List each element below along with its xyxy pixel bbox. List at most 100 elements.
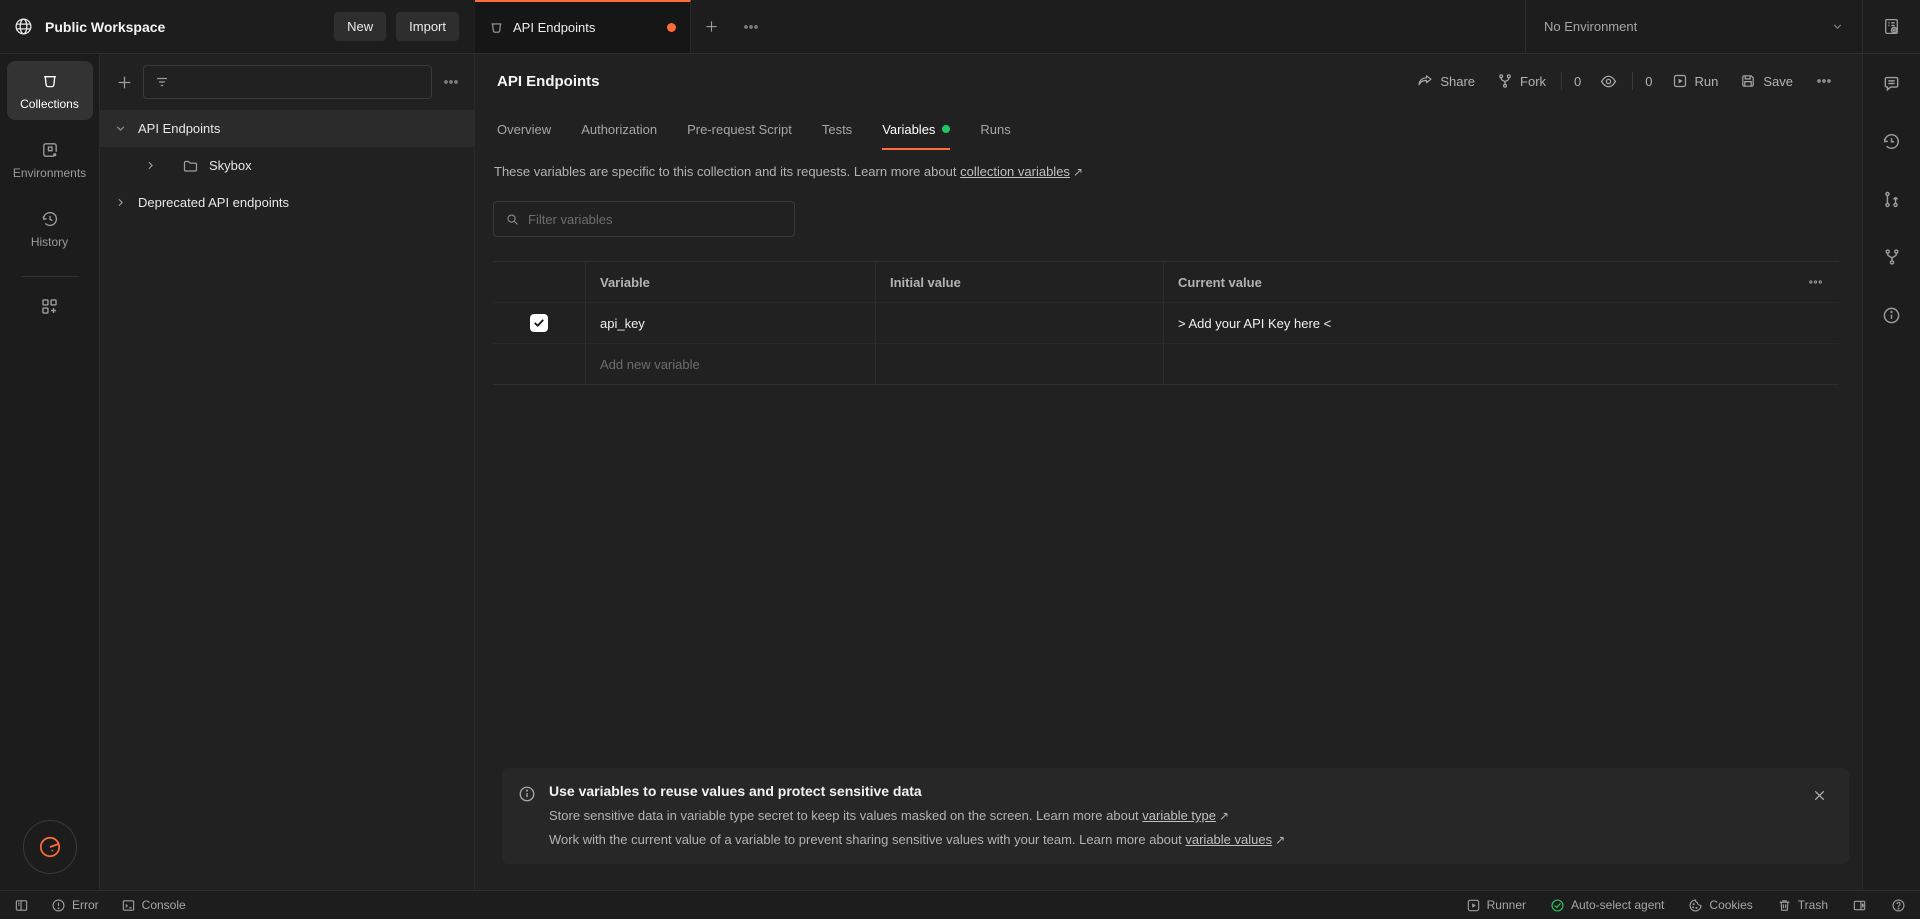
configure-workspace-sidebar-icon[interactable]	[40, 297, 59, 316]
tab-options-icon[interactable]	[731, 0, 771, 53]
collections-tree: API Endpoints Skybox	[100, 110, 474, 890]
workspace-name: Public Workspace	[45, 19, 165, 35]
variables-description: These variables are specific to this col…	[494, 164, 1839, 179]
chevron-down-icon	[114, 122, 127, 135]
import-button[interactable]: Import	[396, 12, 459, 41]
chevron-down-icon	[1831, 20, 1844, 33]
variable-type-link[interactable]: variable type	[1142, 808, 1216, 823]
error-status[interactable]: Error	[51, 898, 99, 913]
close-icon[interactable]	[1812, 788, 1827, 803]
cookies-label: Cookies	[1709, 898, 1752, 912]
initial-value-cell[interactable]	[875, 303, 1163, 343]
search-icon	[505, 212, 520, 227]
tab-runs[interactable]: Runs	[980, 108, 1010, 150]
collection-actions: Share Fork 0	[1408, 66, 1842, 96]
tree-item-api-endpoints[interactable]: API Endpoints	[100, 110, 474, 147]
right-icon-rail	[1862, 54, 1920, 890]
collections-sidebar: API Endpoints Skybox	[100, 54, 475, 890]
trash-icon	[1777, 898, 1792, 913]
environment-quick-look-button[interactable]	[1862, 0, 1920, 53]
table-header-row: Variable Initial value Current value	[493, 262, 1839, 302]
tree-item-label: API Endpoints	[138, 121, 220, 136]
save-button[interactable]: Save	[1731, 67, 1802, 95]
banner-line-1: Store sensitive data in variable type se…	[549, 808, 1285, 823]
save-icon	[1740, 73, 1756, 89]
error-icon	[51, 898, 66, 913]
tab-pre-request-script[interactable]: Pre-request Script	[687, 108, 792, 150]
top-header: Public Workspace New Import API Endpoint…	[0, 0, 1920, 54]
tab-authorization[interactable]: Authorization	[581, 108, 657, 150]
sidebar-item-environments[interactable]: Environments	[7, 130, 93, 189]
sidebar-item-history[interactable]: History	[7, 199, 93, 258]
cookie-icon	[1688, 898, 1703, 913]
info-icon	[518, 785, 536, 847]
fork-icon[interactable]	[1883, 242, 1901, 272]
environment-selector[interactable]: No Environment	[1525, 0, 1862, 53]
console-button[interactable]: Console	[121, 898, 186, 913]
info-icon[interactable]	[1882, 300, 1901, 330]
tree-item-skybox[interactable]: Skybox	[100, 147, 474, 184]
add-variable-row: Add new variable	[493, 343, 1839, 384]
chevron-right-icon	[144, 159, 157, 172]
environments-icon	[41, 141, 59, 159]
toggle-sidebar-button[interactable]	[14, 898, 29, 913]
split-pane-button[interactable]	[1852, 898, 1867, 913]
chevron-right-icon	[114, 196, 127, 209]
variables-info-banner: Use variables to reuse values and protec…	[502, 768, 1849, 864]
new-button[interactable]: New	[334, 12, 386, 41]
share-button[interactable]: Share	[1408, 67, 1484, 95]
trash-label: Trash	[1798, 898, 1828, 912]
variables-table: Variable Initial value Current value	[493, 261, 1839, 385]
app-window: Public Workspace New Import API Endpoint…	[0, 0, 1920, 919]
collection-variables-link[interactable]: collection variables	[960, 164, 1070, 179]
table-row: api_key > Add your API Key here <	[493, 302, 1839, 343]
variable-name-cell[interactable]: api_key	[585, 303, 875, 343]
fork-count[interactable]: 0	[1568, 68, 1587, 95]
table-more-actions-icon[interactable]	[1793, 262, 1839, 302]
eye-icon	[1600, 73, 1617, 90]
filter-variables-input[interactable]	[528, 212, 783, 227]
save-label: Save	[1763, 74, 1793, 89]
watch-button[interactable]	[1591, 67, 1626, 96]
open-new-tab-button[interactable]	[691, 0, 731, 53]
external-link-icon: ↗	[1219, 809, 1229, 823]
auto-select-agent-button[interactable]: Auto-select agent	[1550, 898, 1664, 913]
add-new-variable-input[interactable]: Add new variable	[585, 344, 875, 384]
trash-button[interactable]: Trash	[1777, 898, 1828, 913]
collections-icon	[41, 72, 59, 90]
add-collection-icon[interactable]	[116, 74, 133, 91]
help-icon	[1891, 898, 1906, 913]
tab-tests[interactable]: Tests	[822, 108, 852, 150]
variables-modified-dot	[942, 125, 950, 133]
public-workspace-icon	[14, 17, 33, 36]
watch-count[interactable]: 0	[1639, 68, 1658, 95]
tab-variables[interactable]: Variables	[882, 108, 950, 150]
tree-item-deprecated-api-endpoints[interactable]: Deprecated API endpoints	[100, 184, 474, 221]
current-value-cell[interactable]	[1163, 344, 1793, 384]
tab-title: API Endpoints	[513, 20, 595, 35]
tab-strip: API Endpoints	[475, 0, 1525, 53]
filter-icon	[154, 74, 170, 90]
changelog-icon[interactable]	[1882, 126, 1901, 156]
initial-value-cell[interactable]	[875, 344, 1163, 384]
fork-button[interactable]: Fork	[1488, 67, 1555, 95]
run-button[interactable]: Run	[1663, 67, 1728, 95]
runner-button[interactable]: Runner	[1466, 898, 1526, 913]
sidebar-item-collections[interactable]: Collections	[7, 61, 93, 120]
help-button[interactable]	[1891, 898, 1906, 913]
variable-checkbox[interactable]	[530, 314, 548, 332]
pull-request-icon[interactable]	[1882, 184, 1901, 214]
collection-more-actions-icon[interactable]	[1806, 66, 1842, 96]
collections-label: Collections	[20, 97, 79, 111]
tab-overview[interactable]: Overview	[497, 108, 551, 150]
tab-api-endpoints[interactable]: API Endpoints	[475, 0, 691, 53]
variable-values-link[interactable]: variable values	[1185, 832, 1272, 847]
postbot-button[interactable]	[23, 820, 77, 874]
comments-icon[interactable]	[1882, 68, 1901, 98]
sidebar-search-input[interactable]	[143, 65, 432, 99]
cookies-button[interactable]: Cookies	[1688, 898, 1752, 913]
statusbar-right: Runner Auto-select agent	[1442, 898, 1906, 913]
body-row: Collections Environments	[0, 54, 1920, 890]
current-value-cell[interactable]: > Add your API Key here <	[1163, 303, 1793, 343]
sidebar-more-actions-icon[interactable]	[442, 73, 460, 91]
